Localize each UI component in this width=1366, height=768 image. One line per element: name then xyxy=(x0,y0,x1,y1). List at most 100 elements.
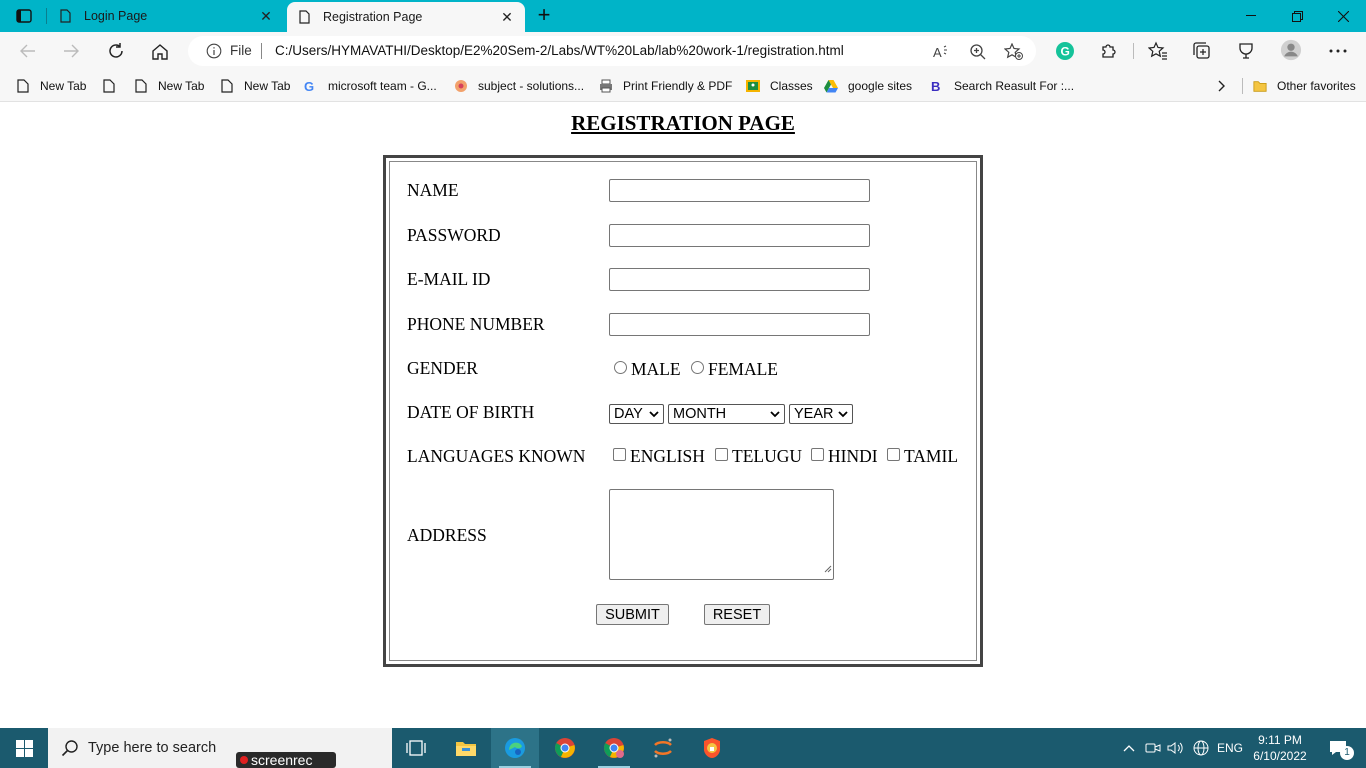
search-icon xyxy=(61,739,79,762)
bookmark-classes[interactable]: Classes xyxy=(746,76,813,96)
search-placeholder: Type here to search xyxy=(88,740,217,756)
bookmark-microsoft-team[interactable]: G microsoft team - G... xyxy=(304,76,437,96)
dob-year-select[interactable]: YEAR xyxy=(789,404,853,424)
home-button[interactable] xyxy=(147,39,173,63)
gender-label: GENDER xyxy=(407,358,478,378)
refresh-button[interactable] xyxy=(103,39,129,63)
bookmark-new-tab[interactable]: New Tab xyxy=(134,76,204,96)
bookmarks-overflow-chevron[interactable] xyxy=(1218,76,1226,96)
page-content: REGISTRATION PAGE NAME PASSWORD E-MAIL I… xyxy=(0,103,1366,728)
notification-center-icon[interactable]: 1 xyxy=(1318,728,1358,768)
close-icon[interactable]: ✕ xyxy=(258,8,274,24)
phone-label: PHONE NUMBER xyxy=(407,314,545,334)
address-bar[interactable]: File C:/Users/HYMAVATHI/Desktop/E2%20Sem… xyxy=(188,36,1036,66)
grammarly-icon[interactable]: G xyxy=(1054,40,1076,62)
bookmark-subject-solutions[interactable]: subject - solutions... xyxy=(454,76,584,96)
password-label: PASSWORD xyxy=(407,225,501,245)
start-button[interactable] xyxy=(0,728,48,768)
password-input[interactable] xyxy=(609,224,870,247)
languages-label: LANGUAGES KNOWN xyxy=(407,446,586,466)
back-button[interactable] xyxy=(15,39,41,63)
page-icon xyxy=(102,79,116,93)
show-hidden-icons-chevron[interactable] xyxy=(1118,728,1140,768)
lang-tamil-checkbox[interactable] xyxy=(887,448,900,461)
clock-time: 9:11 PM xyxy=(1258,733,1302,747)
google-icon: G xyxy=(304,79,318,93)
svg-text:G: G xyxy=(1061,45,1070,59)
lang-english-checkbox[interactable] xyxy=(613,448,626,461)
zoom-icon[interactable] xyxy=(968,42,988,62)
info-icon[interactable] xyxy=(206,43,222,64)
classroom-icon xyxy=(746,79,760,93)
jupyter-icon[interactable] xyxy=(639,728,687,768)
address-separator xyxy=(261,43,262,59)
screenrec-watermark: screenrec xyxy=(236,752,336,768)
submit-button[interactable]: SUBMIT xyxy=(596,604,669,625)
dob-day-select[interactable]: DAY xyxy=(609,404,664,424)
email-input[interactable] xyxy=(609,268,870,291)
lang-hindi-checkbox[interactable] xyxy=(811,448,824,461)
phone-input[interactable] xyxy=(609,313,870,336)
minimize-button[interactable] xyxy=(1228,0,1274,32)
name-input[interactable] xyxy=(609,179,870,202)
scheme-label: File xyxy=(230,43,252,58)
bookmark-search-reasult[interactable]: B Search Reasult For :... xyxy=(930,76,1074,96)
add-favorite-icon[interactable] xyxy=(1004,42,1024,62)
tab-registration-page[interactable]: Registration Page ✕ xyxy=(287,2,525,32)
url-text[interactable]: C:/Users/HYMAVATHI/Desktop/E2%20Sem-2/La… xyxy=(275,43,844,58)
file-explorer-icon[interactable] xyxy=(442,728,490,768)
brave-browser-icon[interactable] xyxy=(688,728,736,768)
chrome-profile-icon[interactable] xyxy=(590,728,638,768)
page-icon xyxy=(297,10,311,24)
gender-male-radio[interactable] xyxy=(614,361,627,374)
folder-icon xyxy=(1253,79,1267,93)
favorites-icon[interactable] xyxy=(1147,40,1169,62)
bookmark-print-friendly[interactable]: Print Friendly & PDF xyxy=(599,76,732,96)
screenrec-label: screenrec xyxy=(251,752,313,768)
lang-telugu-checkbox[interactable] xyxy=(715,448,728,461)
taskbar-search-box[interactable]: Type here to search xyxy=(48,728,392,768)
system-clock[interactable]: 9:11 PM 6/10/2022 xyxy=(1248,732,1312,764)
collections-icon[interactable] xyxy=(1191,40,1213,62)
browser-toolbar: File C:/Users/HYMAVATHI/Desktop/E2%20Sem… xyxy=(0,32,1366,70)
extensions-icon[interactable] xyxy=(1098,40,1120,62)
volume-icon[interactable] xyxy=(1166,728,1186,768)
dob-month-select[interactable]: MONTH xyxy=(668,404,785,424)
input-language-indicator[interactable]: ENG xyxy=(1214,728,1246,768)
chevron-down-icon xyxy=(649,406,659,426)
reset-button[interactable]: RESET xyxy=(704,604,770,625)
lang-telugu-label: TELUGU xyxy=(732,446,802,466)
bookmark-new-tab[interactable]: New Tab xyxy=(220,76,290,96)
close-window-button[interactable] xyxy=(1320,0,1366,32)
read-aloud-icon[interactable]: A xyxy=(932,42,952,62)
close-icon[interactable]: ✕ xyxy=(499,9,515,25)
bookmark-google-sites[interactable]: google sites xyxy=(824,76,912,96)
page-icon xyxy=(134,79,148,93)
restore-button[interactable] xyxy=(1274,0,1320,32)
bookmark-untitled[interactable] xyxy=(102,76,126,96)
tab-divider xyxy=(46,8,47,24)
edge-browser-icon[interactable] xyxy=(491,728,539,768)
more-options-icon[interactable] xyxy=(1327,40,1349,62)
address-textarea[interactable] xyxy=(609,489,834,580)
tab-title: Registration Page xyxy=(323,10,423,24)
chrome-icon[interactable] xyxy=(541,728,589,768)
gender-female-radio[interactable] xyxy=(691,361,704,374)
tab-login-page[interactable]: Login Page ✕ xyxy=(48,0,284,32)
tab-actions-icon[interactable] xyxy=(10,6,38,26)
profile-avatar[interactable] xyxy=(1280,39,1302,61)
dob-label: DATE OF BIRTH xyxy=(407,402,535,422)
forward-button[interactable] xyxy=(58,39,84,63)
browser-essentials-icon[interactable] xyxy=(1235,40,1257,62)
flower-icon xyxy=(454,79,468,93)
drive-icon xyxy=(824,79,838,93)
other-favorites-folder[interactable]: Other favorites xyxy=(1253,76,1356,96)
network-globe-icon[interactable] xyxy=(1190,728,1212,768)
bookmark-new-tab[interactable]: New Tab xyxy=(16,76,86,96)
bookmark-label: google sites xyxy=(848,79,913,93)
task-view-button[interactable] xyxy=(392,728,440,768)
lang-english-label: ENGLISH xyxy=(630,446,705,466)
resize-grip-icon[interactable] xyxy=(824,560,832,578)
meet-now-icon[interactable] xyxy=(1143,728,1163,768)
new-tab-button[interactable]: + xyxy=(532,4,556,28)
